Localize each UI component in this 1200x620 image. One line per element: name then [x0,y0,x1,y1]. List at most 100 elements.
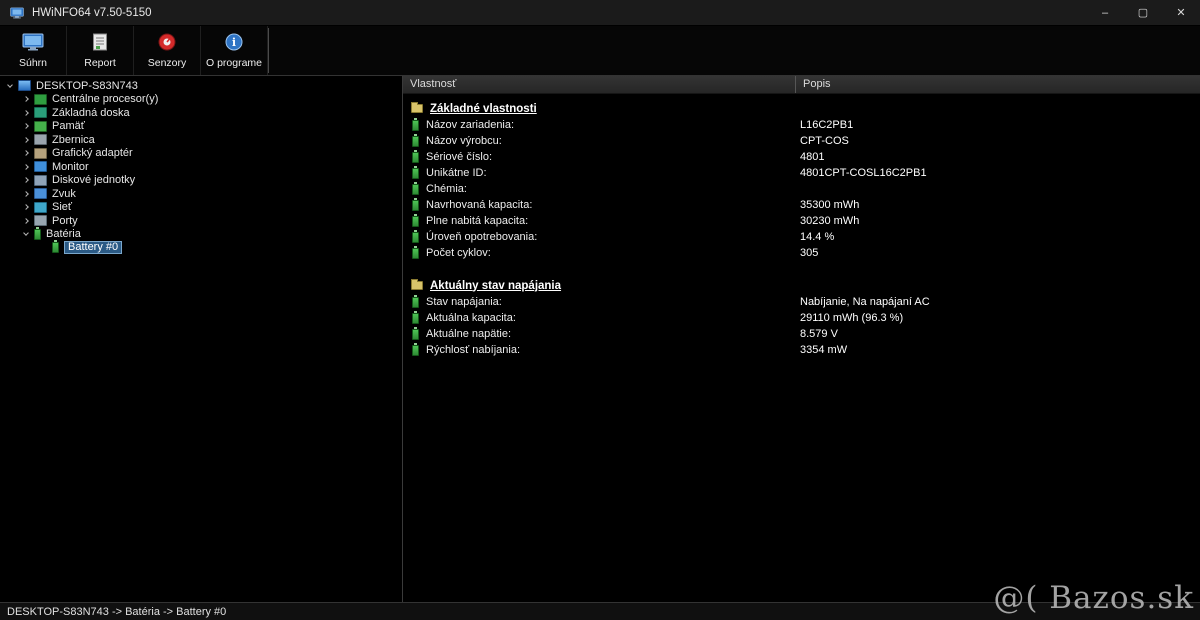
table-row[interactable]: Navrhovaná kapacita: 35300 mWh [403,197,1200,213]
chevron-down-icon[interactable] [23,230,29,236]
tree-item-drives[interactable]: Diskové jednotky [0,174,402,188]
disk-icon [34,175,47,186]
table-row[interactable]: Plne nabitá kapacita: 30230 mWh [403,213,1200,229]
summary-button-label: Súhrn [19,57,47,69]
table-row[interactable]: Unikátne ID: 4801CPT-COSL16C2PB1 [403,165,1200,181]
battery-icon [412,200,419,211]
column-header-value[interactable]: Popis [796,76,1200,93]
summary-button[interactable]: Súhrn [0,26,67,75]
battery-icon [34,229,41,240]
close-button[interactable]: ✕ [1162,0,1200,25]
table-row[interactable]: Názov zariadenia: L16C2PB1 [403,117,1200,133]
property-label: Navrhovaná kapacita: [426,199,532,211]
property-label: Unikátne ID: [426,167,487,179]
property-label: Sériové číslo: [426,151,492,163]
tree-item-label: Zbernica [52,134,95,146]
battery-icon [412,297,419,308]
property-label: Úroveň opotrebovania: [426,231,537,243]
minimize-button[interactable]: – [1086,0,1124,25]
chevron-right-icon[interactable] [23,123,29,129]
main-area: DESKTOP-S83N743 Centrálne procesor(y) Zá… [0,76,1200,602]
tree-item-bus[interactable]: Zbernica [0,133,402,147]
battery-icon [412,313,419,324]
tree-item-gpu[interactable]: Grafický adaptér [0,147,402,161]
window-controls: – ▢ ✕ [1086,0,1200,25]
memory-icon [34,121,47,132]
property-label: Aktuálna kapacita: [426,312,516,324]
table-row[interactable]: Chémia: [403,181,1200,197]
chevron-right-icon[interactable] [23,137,29,143]
tree-item-cpu[interactable]: Centrálne procesor(y) [0,93,402,107]
bus-icon [34,134,47,145]
chevron-right-icon[interactable] [23,164,29,170]
properties-list: Základné vlastnosti Názov zariadenia: L1… [403,94,1200,358]
table-row[interactable]: Počet cyklov: 305 [403,245,1200,261]
section-header-basic: Základné vlastnosti [403,100,1200,117]
toolbar-separator [268,28,269,73]
property-value: 29110 mWh (96.3 %) [800,312,903,324]
tree-item-label: Grafický adaptér [52,147,133,159]
tree-item-battery[interactable]: Batéria [0,228,402,242]
folder-icon [411,281,423,290]
status-bar: DESKTOP-S83N743 -> Batéria -> Battery #0 [0,602,1200,620]
cpu-icon [34,94,47,105]
table-row[interactable]: Sériové číslo: 4801 [403,149,1200,165]
tree-item-memory[interactable]: Pamäť [0,120,402,134]
tree-item-label: Zvuk [52,188,76,200]
tree-item-audio[interactable]: Zvuk [0,187,402,201]
property-value: L16C2PB1 [800,119,853,131]
property-label: Názov výrobcu: [426,135,502,147]
column-header-property[interactable]: Vlastnosť [403,76,796,93]
property-value: Nabíjanie, Na napájaní AC [800,296,930,308]
property-value: 8.579 V [800,328,838,340]
section-header-power: Aktuálny stav napájania [403,277,1200,294]
table-row[interactable]: Rýchlosť nabíjania: 3354 mW [403,342,1200,358]
battery-icon [412,216,419,227]
chevron-right-icon[interactable] [23,177,29,183]
selected-tree-item-label: Battery #0 [64,241,122,254]
table-row[interactable]: Úroveň opotrebovania: 14.4 % [403,229,1200,245]
chevron-right-icon[interactable] [23,191,29,197]
property-value: 14.4 % [800,231,834,243]
tree-item-battery0-selected[interactable]: Battery #0 [0,241,402,255]
chevron-right-icon[interactable] [23,204,29,210]
about-button-label: O programe [206,57,262,69]
tree-item-network[interactable]: Sieť [0,201,402,215]
chevron-right-icon[interactable] [23,218,29,224]
tree-item-computer[interactable]: DESKTOP-S83N743 [0,79,402,93]
network-icon [34,202,47,213]
sensors-button[interactable]: Senzory [134,26,201,75]
status-text: DESKTOP-S83N743 -> Batéria -> Battery #0 [7,606,226,618]
tree-item-label: Základná doska [52,107,130,119]
property-label: Rýchlosť nabíjania: [426,344,520,356]
battery-icon [412,120,419,131]
report-button[interactable]: Report [67,26,134,75]
tree-item-monitor[interactable]: Monitor [0,160,402,174]
titlebar: HWiNFO64 v7.50-5150 – ▢ ✕ [0,0,1200,26]
chevron-right-icon[interactable] [23,110,29,116]
about-button[interactable]: i O programe [201,26,268,75]
property-value: 4801CPT-COSL16C2PB1 [800,167,927,179]
table-row[interactable]: Aktuálne napätie: 8.579 V [403,326,1200,342]
table-row[interactable]: Názov výrobcu: CPT-COS [403,133,1200,149]
battery-icon [412,248,419,259]
chevron-down-icon[interactable] [7,82,13,88]
battery-icon [412,232,419,243]
tree-item-label: Monitor [52,161,89,173]
tree-item-label: Pamäť [52,120,85,132]
table-row[interactable]: Aktuálna kapacita: 29110 mWh (96.3 %) [403,310,1200,326]
chevron-right-icon[interactable] [23,96,29,102]
chevron-right-icon[interactable] [23,150,29,156]
property-label: Plne nabitá kapacita: [426,215,528,227]
monitor-icon [34,161,47,172]
monitor-icon [22,33,44,54]
device-tree: DESKTOP-S83N743 Centrálne procesor(y) Zá… [0,76,403,602]
property-label: Stav napájania: [426,296,502,308]
battery-icon [412,345,419,356]
property-label: Aktuálne napätie: [426,328,511,340]
ports-icon [34,215,47,226]
maximize-button[interactable]: ▢ [1124,0,1162,25]
tree-item-ports[interactable]: Porty [0,214,402,228]
tree-item-motherboard[interactable]: Základná doska [0,106,402,120]
table-row[interactable]: Stav napájania: Nabíjanie, Na napájaní A… [403,294,1200,310]
